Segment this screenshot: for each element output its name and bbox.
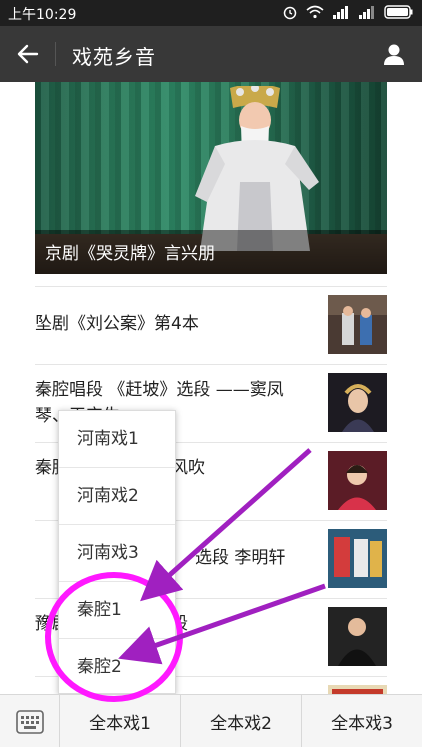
- article-thumbnail: [328, 529, 387, 588]
- status-bar: 上午10:29: [0, 0, 422, 26]
- signal-icon: [333, 6, 348, 19]
- article-thumbnail: [328, 295, 387, 354]
- submenu-option-qinqiang1[interactable]: 秦腔1: [59, 582, 175, 639]
- status-icons: [282, 4, 414, 20]
- status-time: 上午10:29: [8, 7, 77, 23]
- back-button[interactable]: [12, 38, 44, 70]
- bottom-menu-item[interactable]: 全本戏1: [60, 695, 181, 747]
- list-item[interactable]: 坠剧《刘公案》第4本: [35, 286, 387, 364]
- submenu-option[interactable]: 河南戏1: [59, 411, 175, 468]
- article-title: 坠剧《刘公案》第4本: [35, 314, 199, 334]
- user-icon: [384, 44, 404, 65]
- back-arrow-icon: [17, 44, 39, 64]
- article-thumbnail: [328, 685, 387, 694]
- submenu-popup: 河南戏1 河南戏2 河南戏3 秦腔1 秦腔2: [58, 410, 176, 694]
- bottom-menu-item[interactable]: 全本戏2: [181, 695, 302, 747]
- keyboard-icon: [15, 709, 44, 734]
- alarm-icon: [283, 6, 297, 20]
- article-thumbnail: [328, 373, 387, 432]
- bottom-menu-item[interactable]: 全本戏3: [302, 695, 422, 747]
- article-thumbnail: [328, 451, 387, 510]
- submenu-option[interactable]: 河南戏2: [59, 468, 175, 525]
- signal-icon-2: [359, 6, 374, 19]
- hero-article[interactable]: 京剧《哭灵牌》言兴朋: [35, 82, 387, 274]
- submenu-option[interactable]: 河南戏3: [59, 525, 175, 582]
- battery-icon: [384, 5, 413, 19]
- title-bar: 戏苑乡音: [0, 26, 422, 82]
- article-thumbnail: [328, 607, 387, 666]
- title-divider: [55, 42, 56, 66]
- bottom-menu-bar: 全本戏1 全本戏2 全本戏3: [0, 694, 422, 747]
- submenu-option-qinqiang2[interactable]: 秦腔2: [59, 639, 175, 696]
- wifi-icon: [306, 5, 324, 19]
- profile-button[interactable]: [378, 38, 410, 70]
- hero-caption: 京剧《哭灵牌》言兴朋: [45, 244, 215, 264]
- page-title: 戏苑乡音: [72, 45, 156, 69]
- keyboard-toggle-button[interactable]: [0, 695, 60, 747]
